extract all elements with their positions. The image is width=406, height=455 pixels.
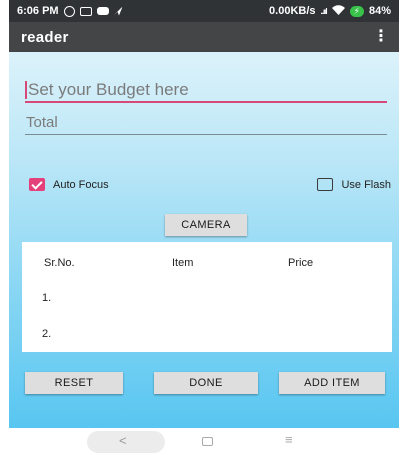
battery-icon: ⚡	[349, 5, 364, 17]
reset-button[interactable]: RESET	[25, 372, 123, 394]
battery-percent: 84%	[368, 5, 391, 17]
network-speed: 0.00KB/s	[269, 5, 316, 17]
whatsapp-icon	[63, 5, 75, 17]
send-icon	[113, 6, 123, 16]
auto-focus-option[interactable]: Auto Focus	[29, 178, 109, 191]
text-cursor	[25, 81, 27, 99]
use-flash-label: Use Flash	[341, 178, 391, 191]
add-item-button[interactable]: ADD ITEM	[279, 372, 385, 394]
overflow-menu-icon[interactable]: ⋮	[373, 29, 389, 45]
total-field-container	[25, 111, 387, 135]
budget-field-container	[25, 75, 387, 103]
table-row: 1.	[42, 292, 52, 304]
auto-focus-checkbox[interactable]	[29, 178, 45, 191]
signal-icon: ..ııl	[320, 6, 328, 16]
auto-focus-label: Auto Focus	[53, 178, 109, 191]
main-content: Auto Focus Use Flash CAMERA Sr.No. Item …	[9, 52, 399, 428]
app-bar: reader ⋮	[9, 22, 399, 52]
column-header-item: Item	[172, 257, 194, 269]
status-time: 6:06 PM	[17, 5, 59, 17]
column-header-srno: Sr.No.	[44, 257, 75, 269]
chat-bubble-icon	[96, 7, 109, 15]
column-header-price: Price	[288, 257, 314, 269]
wifi-icon	[331, 4, 345, 18]
use-flash-option[interactable]: Use Flash	[317, 178, 391, 191]
message-icon	[79, 6, 92, 16]
back-icon[interactable]: <	[119, 433, 127, 448]
done-button[interactable]: DONE	[154, 372, 258, 394]
camera-button[interactable]: CAMERA	[165, 214, 247, 236]
items-table: Sr.No. Item Price 1. 2.	[22, 242, 392, 352]
status-right: 0.00KB/s ..ııl ⚡ 84%	[269, 4, 391, 18]
navigation-bar: < ≡	[9, 428, 399, 455]
home-icon[interactable]	[202, 437, 213, 446]
status-bar: 6:06 PM 0.00KB/s ..ııl ⚡ 84%	[9, 0, 399, 22]
table-row: 2.	[42, 328, 52, 340]
status-left: 6:06 PM	[17, 5, 123, 17]
budget-input[interactable]	[25, 75, 387, 101]
recents-icon[interactable]: ≡	[285, 432, 293, 447]
use-flash-checkbox[interactable]	[317, 178, 334, 191]
app-title: reader	[21, 28, 69, 46]
total-input[interactable]	[25, 111, 387, 134]
